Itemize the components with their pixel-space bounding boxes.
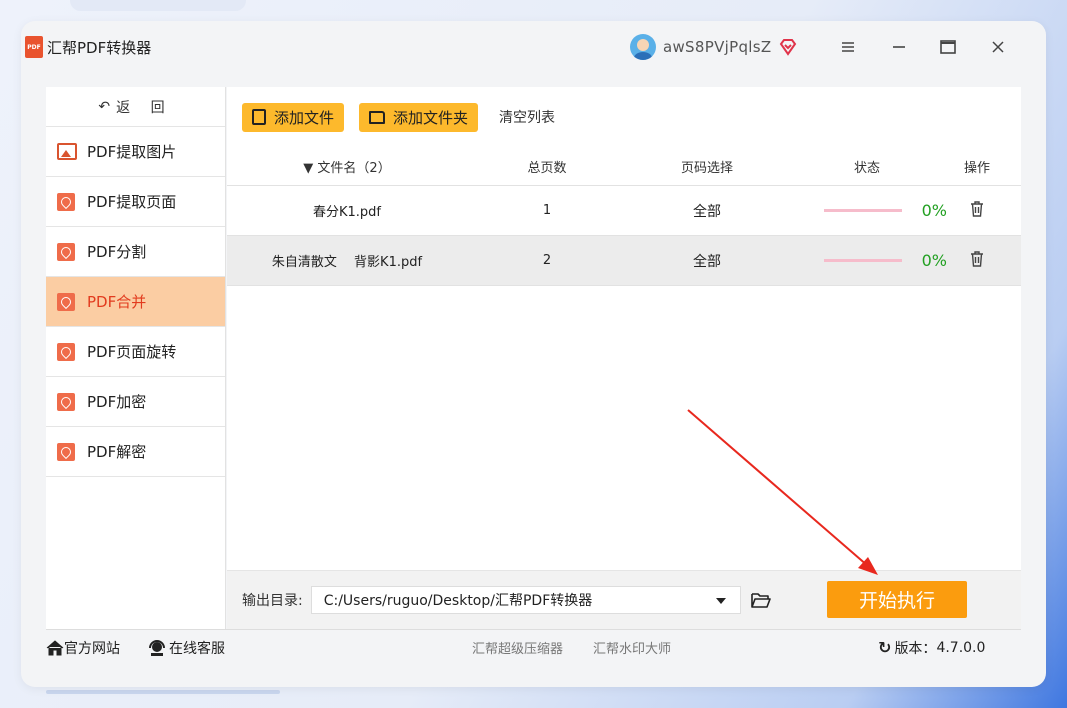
output-dir-select[interactable]: C:/Users/ruguo/Desktop/汇帮PDF转换器 [310,586,741,614]
column-header-name-label: 文件名（2） [317,160,391,176]
sidebar-item-merge[interactable]: PDF合并 [46,277,225,327]
version-info: ↻ 版本： 4.7.0.0 [878,638,985,658]
column-header-pages: 总页数 [527,160,567,176]
toolbar: 添加文件 添加文件夹 清空列表 [227,87,1021,147]
sidebar: ↶ 返 回 PDF提取图片 PDF提取页面 PDF分割 PDF合并 PDF页面旋… [46,87,226,629]
pdf-icon [57,192,75,211]
progress-percent: 0% [921,251,947,270]
folder-open-icon[interactable] [750,592,771,609]
trash-icon[interactable] [970,250,984,267]
add-folder-button[interactable]: 添加文件夹 [359,102,479,132]
home-icon [46,639,64,655]
back-label: 返 回 [116,99,173,116]
sidebar-item-rotate[interactable]: PDF页面旋转 [46,327,225,377]
output-dir-path: C:/Users/ruguo/Desktop/汇帮PDF转换器 [323,593,593,609]
column-header-range: 页码选择 [680,160,733,176]
close-icon[interactable] [983,30,1013,64]
sidebar-item-extract-pages[interactable]: PDF提取页面 [46,177,225,227]
page-range-select[interactable]: 全部 [627,201,787,221]
headset-icon [149,639,165,656]
progress-bar [824,259,902,262]
version-label: 版本： [894,640,937,657]
background-decoration [70,0,246,11]
column-header-name[interactable]: ▼ 文件名（2） [227,157,467,176]
chevron-down-icon[interactable] [715,598,726,604]
sort-down-icon[interactable]: ▼ [303,161,313,176]
sidebar-item-label: PDF解密 [87,443,147,461]
sidebar-item-label: PDF合并 [87,293,147,311]
output-bar: 输出目录: C:/Users/ruguo/Desktop/汇帮PDF转换器 开始… [227,570,1021,629]
back-button[interactable]: ↶ 返 回 [46,87,225,127]
footer: 官方网站 在线客服 汇帮超级压缩器 汇帮水印大师 ↻ 版本： 4.7.0.0 [46,629,1021,665]
sidebar-item-label: PDF提取图片 [87,143,177,161]
sidebar-item-label: PDF分割 [87,243,147,261]
pdf-icon [57,442,75,461]
file-name: 春分K1.pdf [312,205,381,220]
page-count: 1 [542,203,552,218]
folder-add-icon [369,110,386,124]
maximize-icon[interactable] [933,30,963,64]
pdf-icon [57,292,75,311]
progress-bar [824,209,902,212]
sidebar-item-label: PDF提取页面 [87,193,177,211]
image-icon [57,143,77,160]
delete-button[interactable] [947,250,1007,271]
add-file-button[interactable]: 添加文件 [242,102,345,132]
app-title: 汇帮PDF转换器 [47,38,152,57]
add-folder-label: 添加文件夹 [393,108,469,127]
online-support-link[interactable]: 在线客服 [148,638,225,658]
status-cell: 0% [787,201,947,220]
title-bar: PDF 汇帮PDF转换器 awS8PVjPqlsZ [25,30,1025,64]
table-header: ▼ 文件名（2） 总页数 页码选择 状态 操作 [227,147,1021,186]
sidebar-item-extract-images[interactable]: PDF提取图片 [46,127,225,177]
back-arrow-icon: ↶ [98,98,111,115]
pdf-icon [57,392,75,411]
app-logo-icon: PDF [25,36,43,58]
delete-button[interactable] [947,200,1007,221]
sidebar-item-split[interactable]: PDF分割 [46,227,225,277]
file-name: 朱自清散文 背影K1.pdf [271,255,423,270]
minimize-icon[interactable] [884,30,914,64]
file-icon [252,109,266,125]
sidebar-item-label: PDF加密 [87,393,147,411]
refresh-icon[interactable]: ↻ [878,638,891,657]
menu-icon[interactable] [833,30,863,64]
page-range-select[interactable]: 全部 [627,251,787,271]
sidebar-item-label: PDF页面旋转 [87,343,177,361]
username[interactable]: awS8PVjPqlsZ [663,38,771,56]
status-cell: 0% [787,251,947,270]
official-website-label: 官方网站 [64,640,120,657]
trash-icon[interactable] [970,200,984,217]
start-button[interactable]: 开始执行 [827,581,967,618]
column-header-op: 操作 [963,160,990,176]
add-file-label: 添加文件 [274,108,335,127]
avatar[interactable] [630,34,656,60]
vip-diamond-icon[interactable] [779,38,797,56]
main-panel: 添加文件 添加文件夹 清空列表 ▼ 文件名（2） 总页数 页码选择 状态 操作 … [227,87,1021,629]
watermark-link[interactable]: 汇帮水印大师 [593,638,671,657]
output-dir-label: 输出目录: [242,593,303,609]
page-count: 2 [542,253,552,268]
background-decoration-bar [46,690,280,694]
clear-list-button[interactable]: 清空列表 [499,107,555,127]
version-number: 4.7.0.0 [936,639,986,656]
online-support-label: 在线客服 [169,640,225,657]
sidebar-item-decrypt[interactable]: PDF解密 [46,427,225,477]
table-row[interactable]: 朱自清散文 背影K1.pdf 2 全部 0% [227,236,1021,286]
column-header-status: 状态 [853,160,880,176]
user-area[interactable]: awS8PVjPqlsZ [630,30,797,64]
compressor-link[interactable]: 汇帮超级压缩器 [472,638,563,657]
official-website-link[interactable]: 官方网站 [46,638,120,658]
pdf-icon [57,242,75,261]
table-row[interactable]: 春分K1.pdf 1 全部 0% [227,186,1021,236]
progress-percent: 0% [921,201,947,220]
pdf-icon [57,342,75,361]
sidebar-item-encrypt[interactable]: PDF加密 [46,377,225,427]
